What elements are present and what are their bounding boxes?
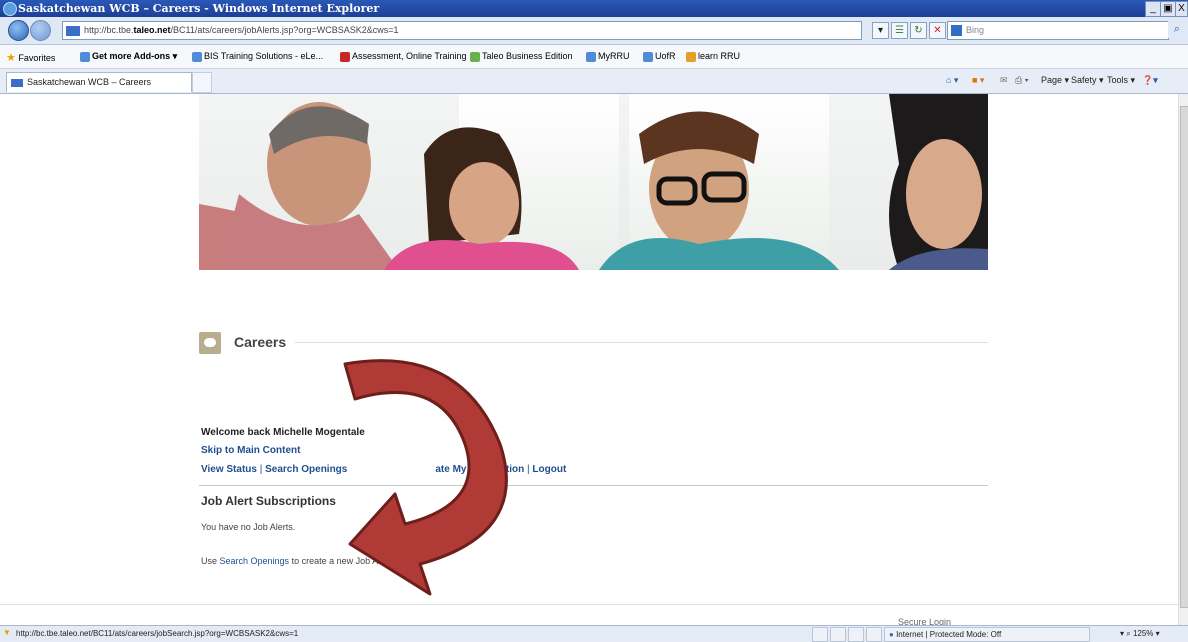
divider (295, 342, 988, 343)
compatibility-view-icon[interactable]: ☰ (891, 22, 908, 39)
zoom-control[interactable]: ▾ ⌕ 125% ▾ (1120, 627, 1186, 640)
ie-page-icon (643, 51, 653, 62)
title-bar: Saskatchewan WCB – Careers - Windows Int… (0, 0, 1188, 17)
star-icon: ★ (6, 52, 16, 64)
status-bar: ▼ http://bc.tbe.taleo.net/BC11/ats/caree… (0, 625, 1188, 642)
search-go-icon[interactable]: ⌕ (1168, 21, 1186, 38)
refresh-icon[interactable]: ↻ (910, 22, 927, 39)
security-zone[interactable]: ● Internet | Protected Mode: Off (884, 627, 1090, 642)
vertical-scrollbar[interactable] (1178, 94, 1188, 625)
fav-get-addons[interactable]: Get more Add-ons ▾ (80, 51, 177, 62)
check-icon (340, 51, 350, 62)
no-alerts-text: You have no Job Alerts. (201, 522, 296, 532)
hero-photo (199, 94, 988, 270)
back-button[interactable] (8, 20, 29, 41)
red-arrow-annotation (343, 359, 508, 596)
search-openings-inline-link[interactable]: Search Openings (220, 556, 290, 566)
status-url: http://bc.tbe.taleo.net/BC11/ats/careers… (16, 629, 299, 638)
tab-bar: Saskatchewan WCB – Careers ⌂ ▾ ■ ▾ ✉ ⎙ ▾… (0, 69, 1188, 94)
site-favicon-icon (66, 25, 80, 36)
moodle-icon (686, 51, 696, 62)
print-icon[interactable]: ⎙ ▾ (1015, 75, 1028, 86)
loading-icon: ▼ (3, 628, 11, 637)
minimize-button[interactable]: _ (1145, 1, 1161, 17)
page-content: Careers Welcome back Michelle Mogentale … (0, 94, 1178, 625)
tab-careers[interactable]: Saskatchewan WCB – Careers (6, 72, 192, 92)
close-window-button[interactable]: X (1175, 1, 1188, 17)
skip-to-main-link[interactable]: Skip to Main Content (201, 445, 300, 456)
window-title: Saskatchewan WCB – Careers - Windows Int… (18, 2, 380, 15)
feeds-icon[interactable]: ■ ▾ (972, 75, 984, 86)
fav-assessment[interactable]: Assessment, Online Training (340, 51, 467, 62)
help-icon[interactable]: ❓▾ (1142, 75, 1158, 86)
home-icon[interactable]: ⌂ ▾ (946, 75, 958, 86)
globe-icon: ● (889, 630, 894, 639)
url-domain: taleo.net (133, 25, 171, 35)
secure-login-link[interactable]: Secure Login (898, 617, 951, 625)
ie-page-icon (192, 51, 202, 62)
url-prefix: http://bc.tbe. (84, 25, 134, 35)
favorites-button[interactable]: ★ Favorites (6, 51, 55, 64)
tab-favicon-icon (11, 78, 23, 87)
safety-menu[interactable]: Safety ▾ (1071, 75, 1104, 86)
tools-menu[interactable]: Tools ▾ (1107, 75, 1135, 86)
footer-divider (0, 604, 1178, 605)
page-menu[interactable]: Page ▾ (1041, 75, 1069, 86)
search-placeholder: Bing (966, 25, 985, 35)
address-dropdown-button[interactable]: ▾ (872, 22, 889, 39)
speech-bubble-icon (199, 332, 221, 354)
fav-bis-training[interactable]: BIS Training Solutions - eLe... (192, 51, 323, 62)
fav-uofr[interactable]: UofR (643, 51, 676, 62)
addons-icon (80, 51, 90, 62)
forward-button[interactable] (30, 20, 51, 41)
read-mail-icon[interactable]: ✉ (1000, 75, 1008, 86)
stop-icon[interactable]: ✕ (929, 22, 946, 39)
ie-logo-icon (3, 2, 17, 16)
scroll-thumb[interactable] (1180, 106, 1188, 608)
ie-page-icon (586, 51, 596, 62)
hero-people-illustration (199, 94, 988, 270)
bing-icon (951, 25, 962, 37)
page-title: Careers (234, 334, 287, 350)
address-toolbar: http://bc.tbe.taleo.net/BC11/ats/careers… (0, 17, 1188, 45)
new-tab-button[interactable] (192, 72, 212, 93)
view-status-link[interactable]: View Status (201, 464, 257, 475)
restore-button[interactable]: ▣ (1160, 1, 1176, 17)
taleo-icon (470, 51, 480, 62)
search-input[interactable]: Bing (947, 21, 1169, 40)
fav-taleo[interactable]: Taleo Business Edition (470, 51, 573, 62)
favorites-bar: ★ Favorites Get more Add-ons ▾ BIS Train… (0, 45, 1188, 69)
address-input[interactable]: http://bc.tbe.taleo.net/BC11/ats/careers… (62, 21, 862, 40)
url-suffix: /BC11/ats/careers/jobAlerts.jsp?org=WCBS… (170, 25, 399, 35)
fav-learn-rru[interactable]: learn RRU (686, 51, 740, 62)
fav-myrru[interactable]: MyRRU (586, 51, 630, 62)
